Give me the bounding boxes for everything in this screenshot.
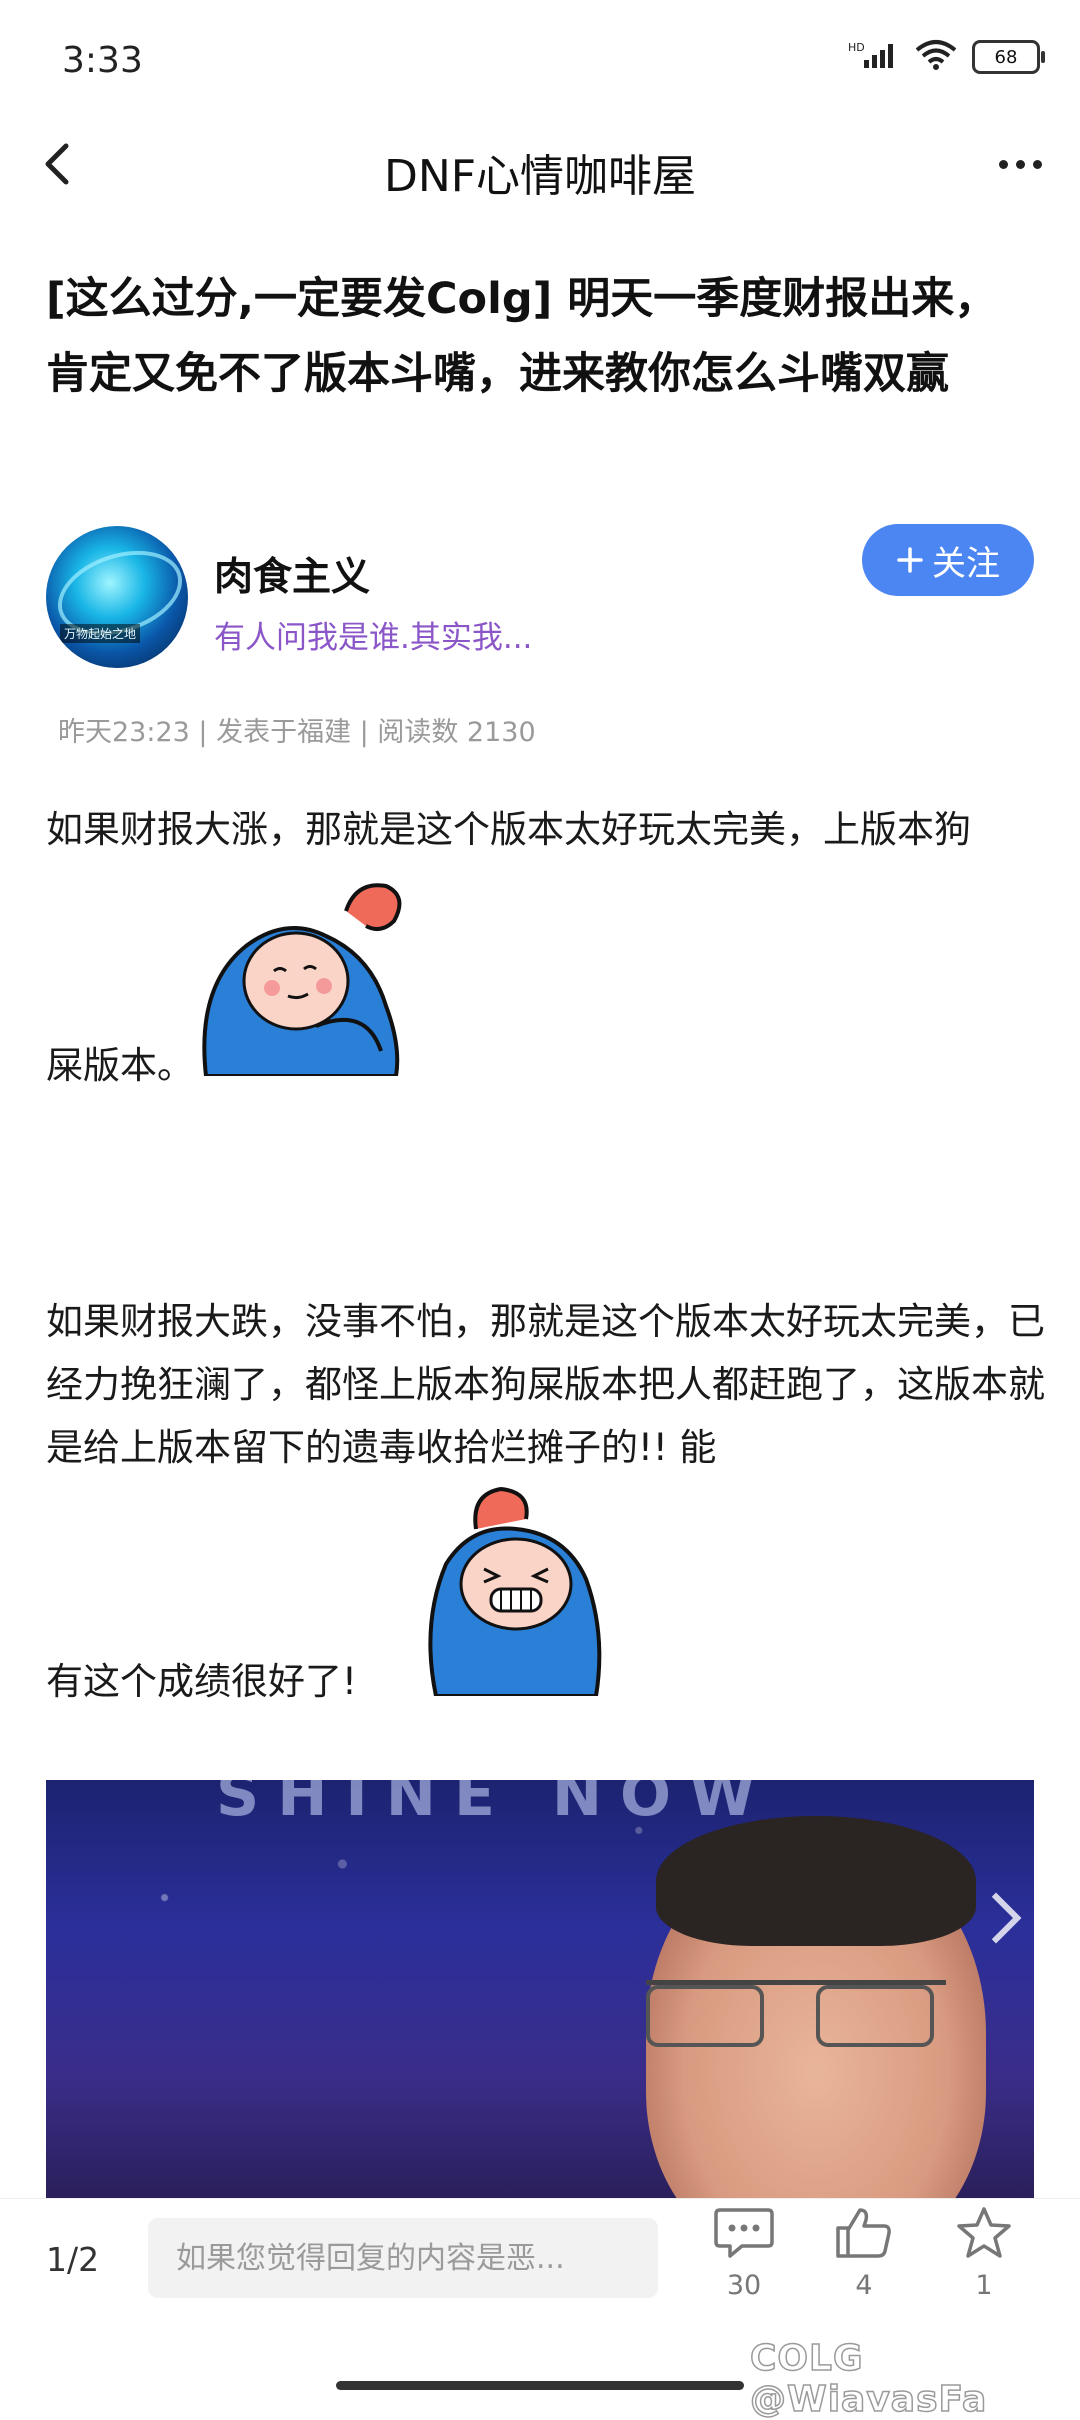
thumbs-up-icon xyxy=(836,2208,891,2258)
star-icon xyxy=(957,2207,1011,2258)
battery-icon: 68 xyxy=(972,40,1045,74)
avatar[interactable]: 万物起始之地 xyxy=(46,526,188,668)
sticker-image xyxy=(202,883,402,1076)
avatar-caption: 万物起始之地 xyxy=(60,624,141,643)
author-signature: 有人问我是谁.其实我... xyxy=(214,620,533,656)
page-indicator[interactable]: 1/2 xyxy=(46,2240,99,2279)
status-time: 3:33 xyxy=(62,40,143,81)
status-icons: HD 68 xyxy=(848,38,1045,76)
follow-label: 关注 xyxy=(932,543,1000,584)
like-button[interactable]: 4 xyxy=(824,2206,904,2301)
like-count: 4 xyxy=(855,2270,873,2301)
image-stage-text: SHINE NOW xyxy=(216,1780,774,1830)
watermark: COLG @WiavasFa xyxy=(749,2337,988,2420)
post-image[interactable]: SHINE NOW xyxy=(46,1780,1034,2200)
hd-label: HD xyxy=(848,41,865,54)
more-dots-icon xyxy=(998,159,1008,169)
comment-count: 30 xyxy=(726,2270,762,2301)
post-paragraph: 如果财报大跌，没事不怕，那就是这个版本太好玩太完美，已经力挽狂澜了，都怪上版本狗… xyxy=(46,1300,1045,1469)
reply-input[interactable] xyxy=(148,2218,658,2298)
favorite-button[interactable]: 1 xyxy=(944,2206,1024,2301)
post-paragraph: 如果财报大涨，那就是这个版本太好玩太完美，上版本狗 xyxy=(46,808,971,851)
post-meta: 昨天23:23 | 发表于福建 | 阅读数 2130 xyxy=(58,717,536,748)
home-indicator[interactable] xyxy=(336,2381,744,2390)
more-options-button[interactable] xyxy=(988,140,1052,188)
signal-icon: HD xyxy=(848,40,900,74)
follow-button[interactable]: 关注 xyxy=(862,524,1034,596)
comment-icon xyxy=(714,2208,774,2258)
page-title: DNF心情咖啡屋 xyxy=(383,151,697,202)
wifi-icon xyxy=(914,38,958,76)
author-name[interactable]: 肉食主义 xyxy=(214,546,370,602)
sticker-image xyxy=(428,1486,602,1696)
comment-button[interactable]: 30 xyxy=(704,2206,784,2301)
post-title: [这么过分,一定要发Colg] 明天一季度财报出来，肯定又免不了版本斗嘴，进来教… xyxy=(46,274,998,399)
favorite-count: 1 xyxy=(975,2270,993,2301)
plus-icon xyxy=(897,547,923,573)
